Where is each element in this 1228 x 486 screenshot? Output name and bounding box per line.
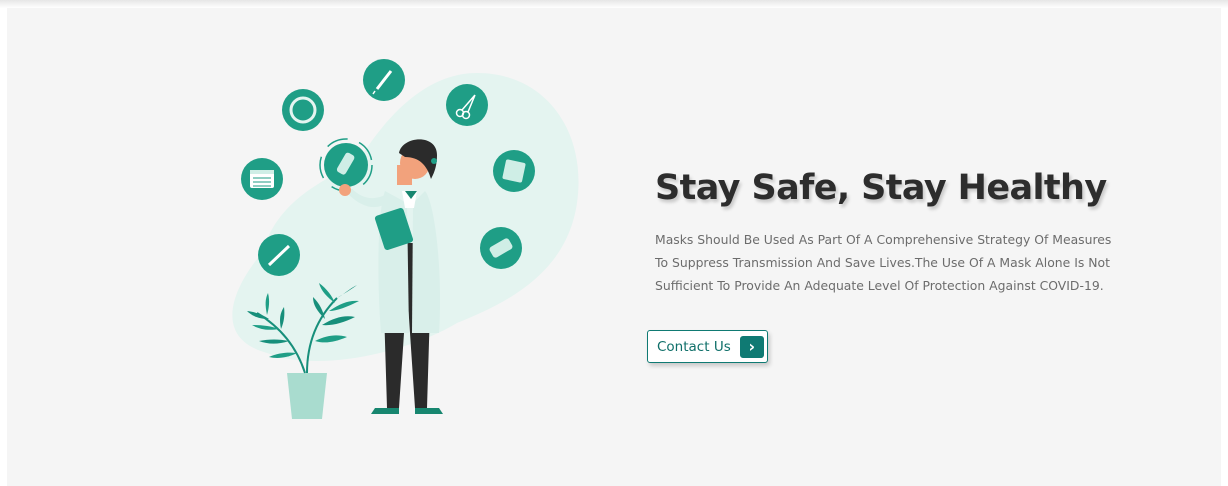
bandage-icon bbox=[282, 89, 324, 131]
hero-section: Stay Safe, Stay Healthy Masks Should Be … bbox=[7, 8, 1221, 486]
scissors-icon bbox=[446, 84, 488, 126]
header-shadow bbox=[0, 0, 1228, 8]
pill-bottle-icon bbox=[493, 150, 535, 192]
pills-icon bbox=[480, 227, 522, 269]
doctor-illustration bbox=[207, 53, 597, 433]
calendar-icon bbox=[241, 158, 283, 200]
contact-us-label: Contact Us bbox=[657, 338, 731, 355]
hero-content: Stay Safe, Stay Healthy Masks Should Be … bbox=[655, 168, 1125, 297]
medical-illustration-svg bbox=[232, 59, 579, 419]
hero-description: Masks Should Be Used As Part Of A Compre… bbox=[655, 232, 1112, 293]
stethoscope-icon bbox=[258, 234, 300, 276]
syringe-icon bbox=[363, 59, 405, 101]
contact-us-button[interactable]: Contact Us › bbox=[647, 330, 768, 363]
hero-title: Stay Safe, Stay Healthy bbox=[655, 168, 1107, 208]
chevron-right-icon: › bbox=[739, 335, 764, 358]
